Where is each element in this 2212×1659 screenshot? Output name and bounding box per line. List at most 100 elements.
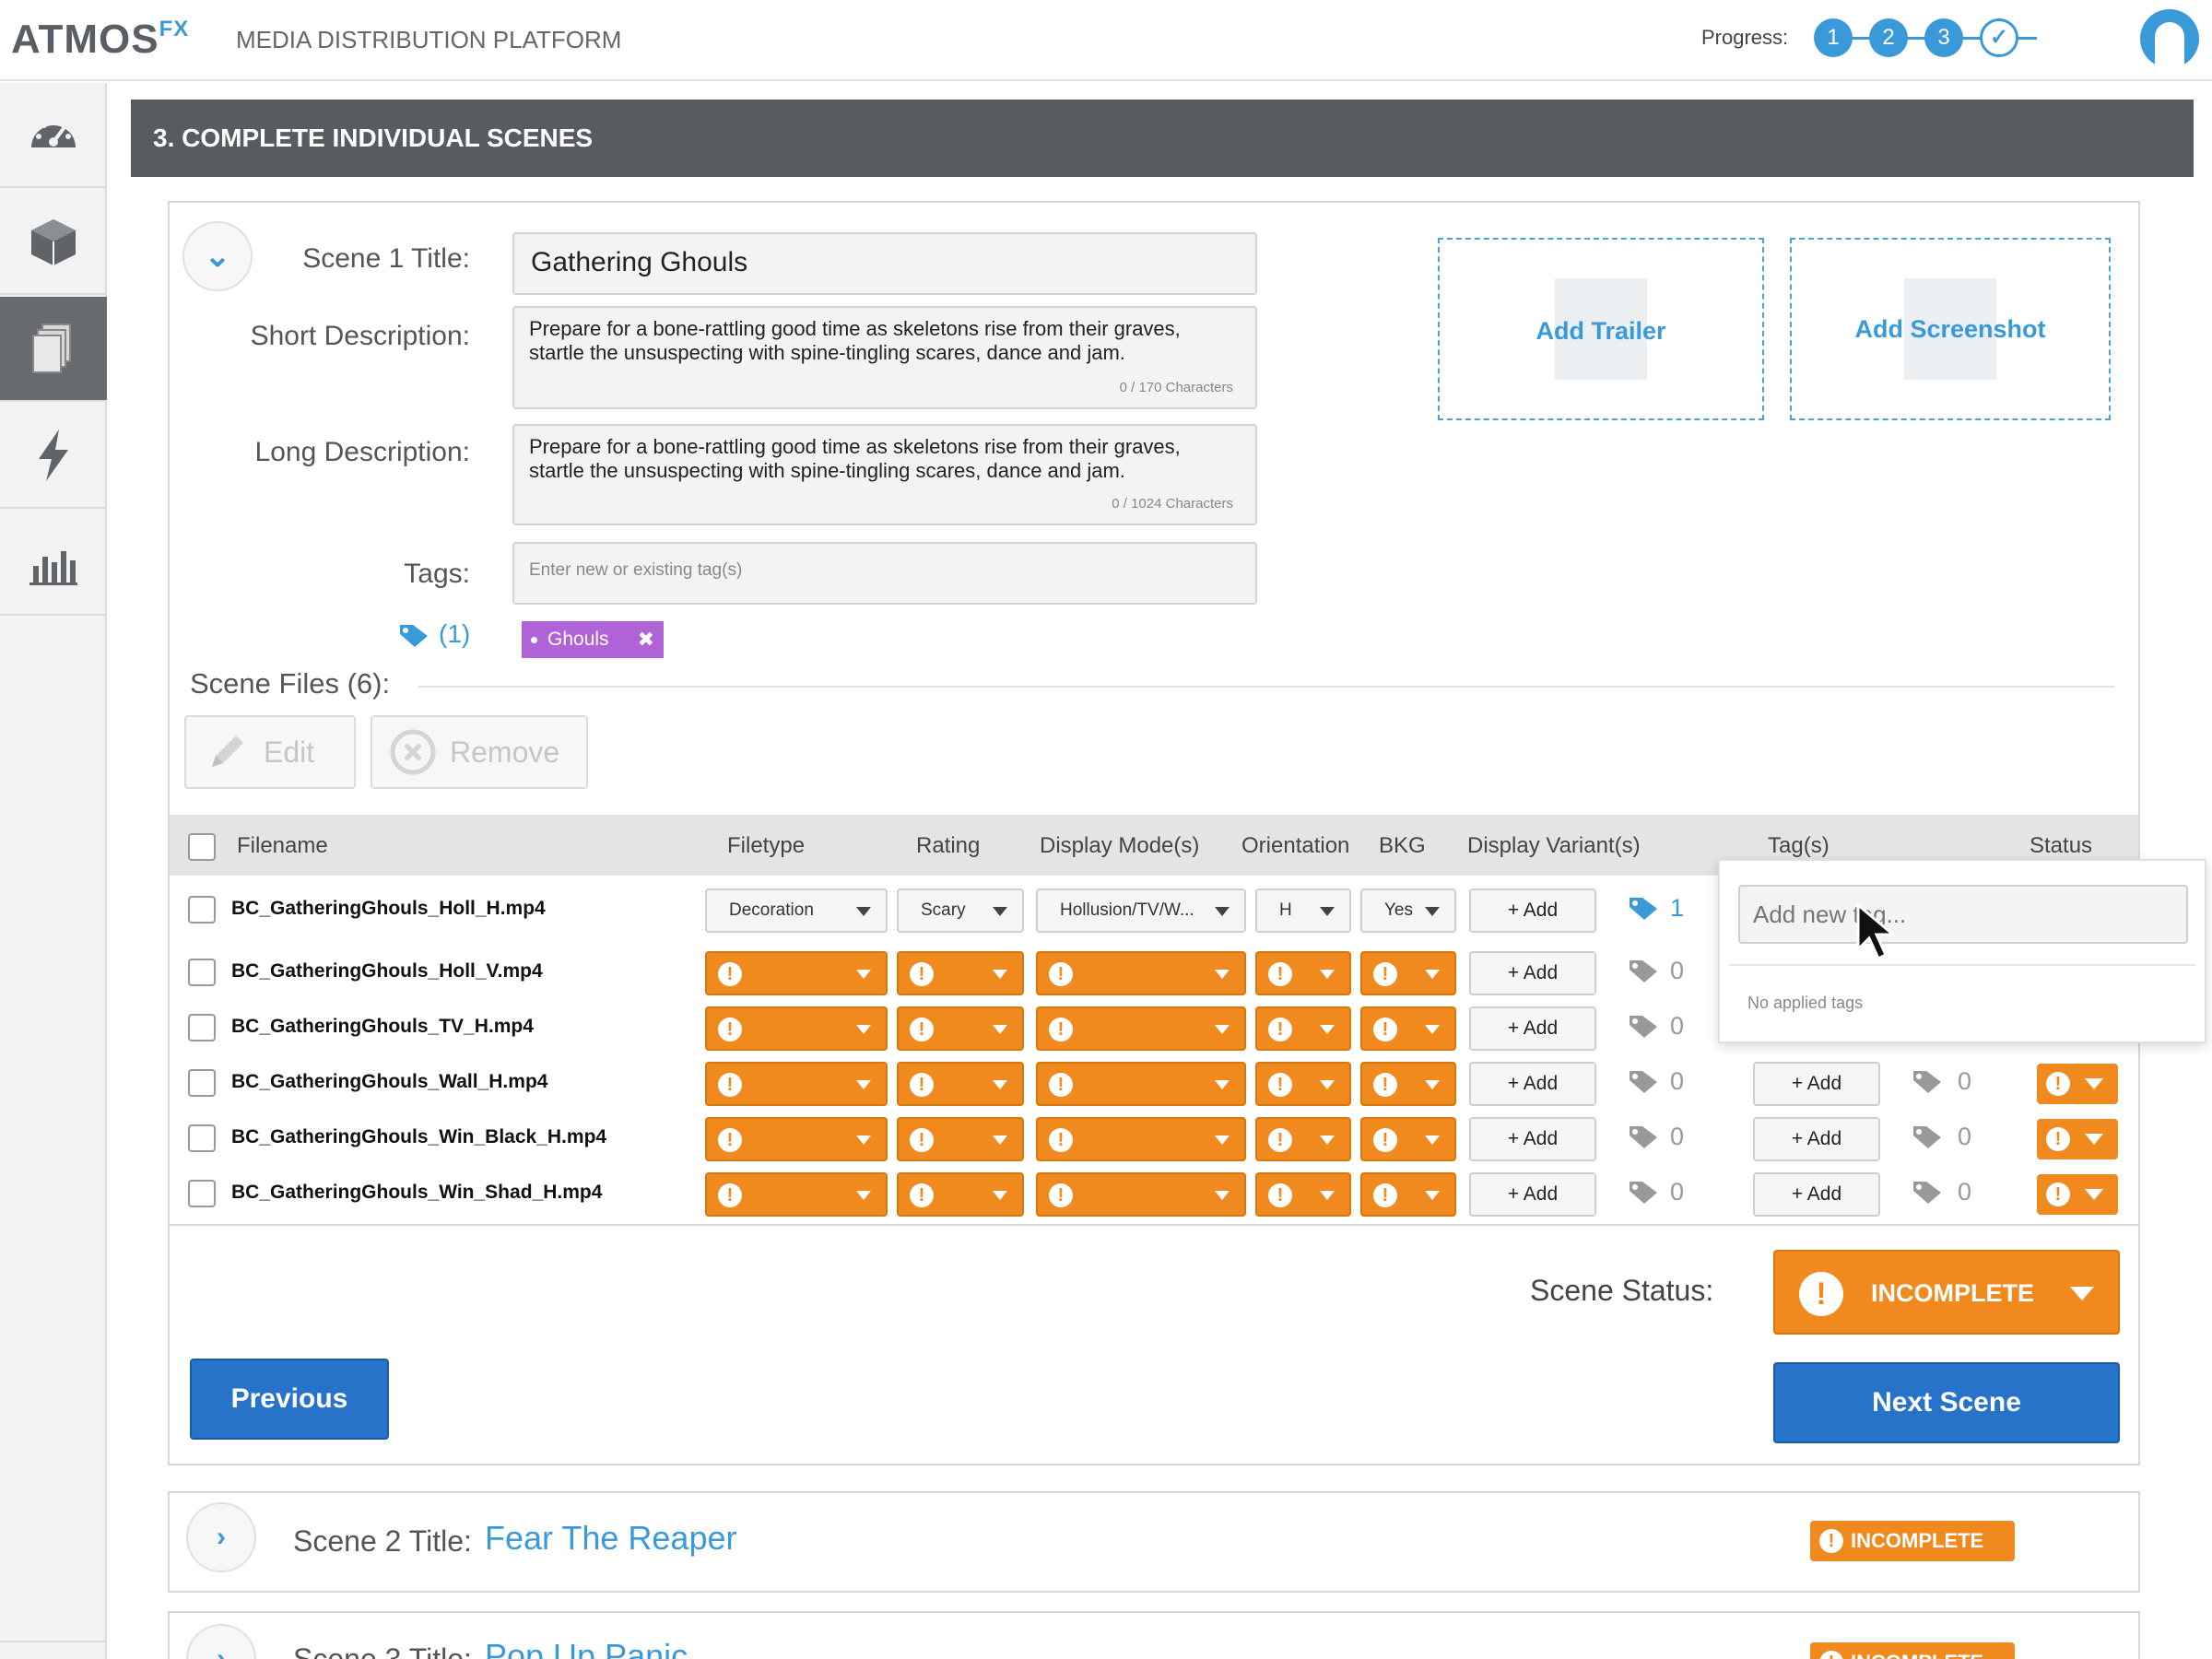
- add-tag-input[interactable]: [1738, 885, 2188, 944]
- display-mode-select[interactable]: !: [1036, 1006, 1246, 1051]
- previous-button[interactable]: Previous: [190, 1359, 389, 1440]
- rating-select[interactable]: !: [897, 1062, 1024, 1106]
- add-variant-button[interactable]: + Add: [1469, 1117, 1596, 1161]
- sidebar-item-scenes[interactable]: [0, 297, 107, 402]
- add-variant-button[interactable]: + Add: [1469, 951, 1596, 995]
- sidebar-item-products[interactable]: [0, 190, 107, 295]
- short-description-input[interactable]: Prepare for a bone-rattling good time as…: [512, 306, 1257, 409]
- filetype-select[interactable]: !: [705, 1006, 888, 1051]
- orientation-select[interactable]: !: [1255, 1117, 1351, 1161]
- mouse-cursor-icon: [1856, 903, 1897, 961]
- progress-step-2[interactable]: 2: [1869, 18, 1908, 57]
- scene-title-input[interactable]: Gathering Ghouls: [512, 232, 1257, 295]
- tag-icon[interactable]: [1912, 1180, 1945, 1206]
- bkg-select[interactable]: !: [1360, 1062, 1456, 1106]
- bkg-select[interactable]: !: [1360, 1006, 1456, 1051]
- scene-files-label: Scene Files (6):: [190, 667, 391, 700]
- tags-input[interactable]: Enter new or existing tag(s): [512, 542, 1257, 605]
- rating-select[interactable]: !: [897, 1117, 1024, 1161]
- bkg-select[interactable]: !: [1360, 951, 1456, 995]
- rating-select[interactable]: !: [897, 1172, 1024, 1217]
- scene-status-select[interactable]: ! INCOMPLETE: [1773, 1250, 2120, 1335]
- display-mode-select[interactable]: !: [1036, 1062, 1246, 1106]
- progress-step-complete[interactable]: ✓: [1980, 18, 2018, 57]
- row-checkbox[interactable]: [188, 1014, 216, 1041]
- row-checkbox[interactable]: [188, 1069, 216, 1097]
- filetype-select[interactable]: !: [705, 1172, 888, 1217]
- add-variant-button[interactable]: + Add: [1469, 1006, 1596, 1051]
- tag-icon[interactable]: [1628, 1014, 1661, 1040]
- next-scene-button[interactable]: Next Scene: [1773, 1362, 2120, 1443]
- add-variant-button[interactable]: + Add: [1469, 1062, 1596, 1106]
- scene-2-expand-button[interactable]: ›: [186, 1502, 256, 1572]
- bkg-select[interactable]: Yes: [1360, 888, 1456, 933]
- progress-step-1[interactable]: 1: [1814, 18, 1853, 57]
- rating-select[interactable]: !: [897, 1006, 1024, 1051]
- remove-button[interactable]: Remove: [371, 715, 588, 789]
- row-filename: BC_GatheringGhouls_Holl_H.mp4: [231, 898, 546, 919]
- orientation-select[interactable]: H: [1255, 888, 1351, 933]
- file-status-select[interactable]: !: [2037, 1064, 2118, 1104]
- long-description-input[interactable]: Prepare for a bone-rattling good time as…: [512, 424, 1257, 525]
- file-status-select[interactable]: !: [2037, 1174, 2118, 1215]
- display-mode-select[interactable]: !: [1036, 951, 1246, 995]
- chevron-down-icon: [993, 1191, 1007, 1200]
- rating-select[interactable]: Scary: [897, 888, 1024, 933]
- orientation-select[interactable]: !: [1255, 1062, 1351, 1106]
- filetype-select[interactable]: !: [705, 951, 888, 995]
- filetype-select[interactable]: !: [705, 1062, 888, 1106]
- tag-icon[interactable]: [1628, 896, 1661, 922]
- display-mode-select[interactable]: !: [1036, 1117, 1246, 1161]
- filetype-select[interactable]: !: [705, 1117, 888, 1161]
- file-status-select[interactable]: !: [2037, 1119, 2118, 1159]
- add-variant-button[interactable]: + Add: [1753, 1117, 1880, 1161]
- display-mode-select[interactable]: Hollusion/TV/W...: [1036, 888, 1246, 933]
- row-checkbox[interactable]: [188, 1180, 216, 1207]
- select-all-checkbox[interactable]: [188, 833, 216, 861]
- row-checkbox[interactable]: [188, 959, 216, 986]
- row-checkbox[interactable]: [188, 1124, 216, 1152]
- remove-tag-icon[interactable]: ✖: [638, 621, 654, 658]
- warning-icon: !: [1268, 1073, 1292, 1097]
- remove-label: Remove: [450, 735, 560, 769]
- bkg-select[interactable]: !: [1360, 1117, 1456, 1161]
- chevron-down-icon: [856, 1135, 871, 1145]
- sidebar-item-actions[interactable]: [0, 404, 107, 509]
- edit-button[interactable]: Edit: [184, 715, 356, 789]
- sidebar-item-analytics[interactable]: [0, 511, 107, 616]
- orientation-select[interactable]: !: [1255, 1006, 1351, 1051]
- filetype-select[interactable]: Decoration: [705, 888, 888, 933]
- orientation-select[interactable]: !: [1255, 951, 1351, 995]
- tag-icon[interactable]: [1628, 959, 1661, 984]
- add-variant-button[interactable]: + Add: [1469, 888, 1596, 933]
- tag-icon[interactable]: [1628, 1069, 1661, 1095]
- add-variant-button[interactable]: + Add: [1753, 1062, 1880, 1106]
- scene-3-expand-button[interactable]: ›: [186, 1624, 256, 1659]
- display-mode-select[interactable]: !: [1036, 1172, 1246, 1217]
- tag-icon[interactable]: [1912, 1069, 1945, 1095]
- scene-2-title[interactable]: Fear The Reaper: [485, 1519, 736, 1558]
- tag-icon[interactable]: [1628, 1180, 1661, 1206]
- progress-step-3[interactable]: 3: [1924, 18, 1963, 57]
- add-screenshot-box[interactable]: Add Screenshot: [1790, 238, 2111, 420]
- tag-icon[interactable]: [1628, 1124, 1661, 1150]
- filetype-value: Decoration: [729, 900, 814, 920]
- warning-icon: !: [2046, 1127, 2070, 1151]
- add-trailer-box[interactable]: Add Trailer: [1438, 238, 1764, 420]
- tag-count: (1): [439, 619, 471, 648]
- rating-select[interactable]: !: [897, 951, 1024, 995]
- orientation-select[interactable]: !: [1255, 1172, 1351, 1217]
- chevron-down-icon: [2085, 1134, 2103, 1145]
- chevron-down-icon: [1320, 1025, 1335, 1034]
- tag-icon[interactable]: [1912, 1124, 1945, 1150]
- scene-3-title[interactable]: Pop Up Panic: [485, 1637, 688, 1659]
- row-checkbox[interactable]: [188, 896, 216, 924]
- documents-icon: [32, 324, 71, 373]
- sidebar-item-dashboard[interactable]: [0, 83, 107, 188]
- sidebar-item-settings[interactable]: [0, 1641, 107, 1659]
- add-variant-button[interactable]: + Add: [1469, 1172, 1596, 1217]
- user-avatar[interactable]: [2140, 9, 2199, 68]
- add-variant-button[interactable]: + Add: [1753, 1172, 1880, 1217]
- bkg-select[interactable]: !: [1360, 1172, 1456, 1217]
- col-rating: Rating: [916, 833, 981, 858]
